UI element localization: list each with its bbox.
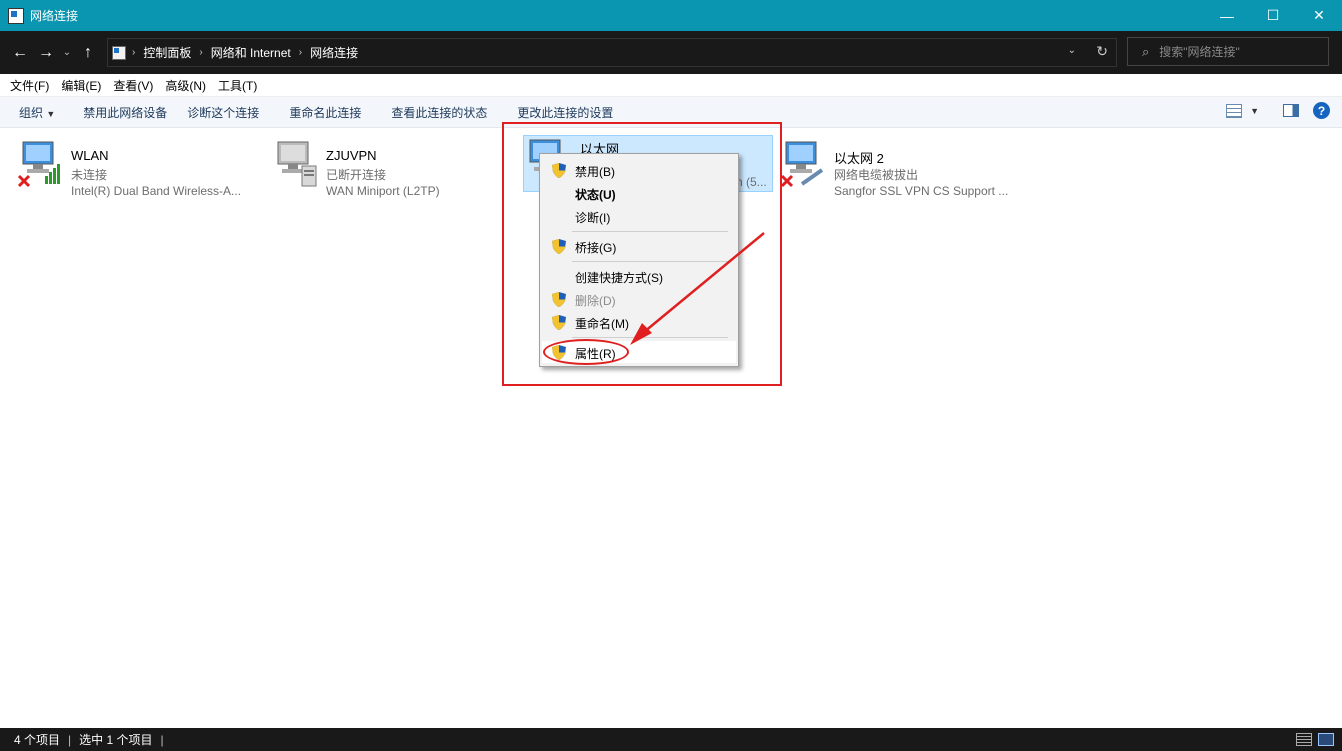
menu-item-label: 重命名(M) <box>575 317 629 331</box>
address-history-dropdown-icon[interactable]: ⌄ <box>1068 45 1076 56</box>
menu-separator <box>572 231 728 232</box>
command-bar: 组织 ▼ 禁用此网络设备 诊断这个连接 重命名此连接 查看此连接的状态 更改此连… <box>0 97 1342 128</box>
uac-shield-icon <box>552 239 566 254</box>
chevron-right-icon: › <box>132 47 136 58</box>
disable-device-button[interactable]: 禁用此网络设备 <box>83 104 167 121</box>
status-divider: | <box>160 732 164 747</box>
menu-separator <box>572 261 728 262</box>
minimize-button[interactable]: — <box>1204 0 1250 31</box>
ethernet-network-icon <box>780 141 824 188</box>
navigation-bar: ← → ⌄ ↑ › 控制面板 › 网络和 Internet › 网络连接 ⌄ ↻… <box>0 31 1342 74</box>
connection-device: Intel(R) Dual Band Wireless-A... <box>71 184 242 198</box>
breadcrumb-network-connections[interactable]: 网络连接 <box>310 44 358 61</box>
uac-shield-icon <box>552 315 566 330</box>
rename-connection-button[interactable]: 重命名此连接 <box>289 104 361 121</box>
selected-count: 选中 1 个项目 <box>79 733 153 747</box>
breadcrumb-network-internet[interactable]: 网络和 Internet <box>211 44 291 61</box>
chevron-right-icon: › <box>199 47 203 58</box>
connection-item-wlan[interactable]: WLAN 未连接 Intel(R) Dual Band Wireless-A..… <box>17 138 267 198</box>
forward-button[interactable]: → <box>33 44 59 62</box>
connection-name: 以太网 2 <box>834 151 884 166</box>
connection-device: n (5... <box>736 175 767 189</box>
details-view-icon[interactable] <box>1296 733 1312 746</box>
status-bar: 4 个项目 | 选中 1 个项目 | <box>0 728 1342 751</box>
menu-item-diagnose[interactable]: 诊断(I) <box>542 205 736 227</box>
preview-pane-icon[interactable] <box>1283 104 1299 117</box>
menu-bar: 文件(F) 编辑(E) 查看(V) 高级(N) 工具(T) <box>0 74 1342 97</box>
menu-advanced[interactable]: 高级(N) <box>165 77 206 94</box>
address-bar[interactable]: › 控制面板 › 网络和 Internet › 网络连接 ⌄ ↻ <box>107 38 1117 67</box>
context-menu: 禁用(B) 状态(U) 诊断(I) 桥接(G) 创建快捷方式(S) 删除(D) … <box>539 153 739 367</box>
status-view-controls <box>1296 733 1334 746</box>
back-button[interactable]: ← <box>7 44 33 62</box>
close-button[interactable]: ✕ <box>1296 0 1342 31</box>
search-placeholder: 搜索"网络连接" <box>1159 45 1240 59</box>
title-bar: 网络连接 — ☐ ✕ <box>0 0 1342 31</box>
menu-item-label: 诊断(I) <box>575 211 611 225</box>
menu-item-label: 桥接(G) <box>575 241 617 255</box>
menu-file[interactable]: 文件(F) <box>10 77 49 94</box>
menu-item-bridge[interactable]: 桥接(G) <box>542 235 736 257</box>
uac-shield-icon <box>552 292 566 307</box>
chevron-down-icon: ▼ <box>1250 105 1259 116</box>
uac-shield-icon <box>552 345 566 360</box>
search-input[interactable]: ⌕ 搜索"网络连接" <box>1127 37 1329 66</box>
menu-item-label: 属性(R) <box>575 347 616 361</box>
organize-label: 组织 <box>19 105 44 120</box>
menu-item-properties[interactable]: 属性(R) <box>542 341 736 363</box>
menu-item-rename[interactable]: 重命名(M) <box>542 311 736 333</box>
connection-device: WAN Miniport (L2TP) <box>326 184 440 198</box>
connection-status: 已断开连接 <box>326 168 387 182</box>
status-divider: | <box>68 732 72 747</box>
connection-status: 未连接 <box>71 168 108 182</box>
menu-separator <box>572 337 728 338</box>
up-button[interactable]: ↑ <box>75 44 101 62</box>
menu-item-delete: 删除(D) <box>542 288 736 310</box>
menu-item-create-shortcut[interactable]: 创建快捷方式(S) <box>542 265 736 287</box>
chevron-down-icon: ▼ <box>46 108 56 119</box>
connection-name: ZJUVPN <box>326 148 377 163</box>
change-settings-button[interactable]: 更改此连接的设置 <box>517 104 613 121</box>
menu-item-label: 状态(U) <box>575 188 616 202</box>
connection-name: WLAN <box>71 148 109 163</box>
wireless-network-icon <box>17 141 60 188</box>
menu-item-label: 删除(D) <box>575 294 616 308</box>
window-controls: — ☐ ✕ <box>1204 0 1342 31</box>
uac-shield-icon <box>552 163 566 178</box>
chevron-right-icon: › <box>298 47 303 58</box>
menu-item-label: 禁用(B) <box>575 165 615 179</box>
menu-tools[interactable]: 工具(T) <box>218 77 257 94</box>
control-panel-icon <box>112 45 126 60</box>
view-status-button[interactable]: 查看此连接的状态 <box>391 104 487 121</box>
organize-button[interactable]: 组织 ▼ <box>19 104 55 121</box>
refresh-icon[interactable]: ↻ <box>1096 43 1108 60</box>
change-view-button[interactable]: ▼ <box>1226 103 1259 118</box>
search-icon: ⌕ <box>1142 43 1150 59</box>
breadcrumb-control-panel[interactable]: 控制面板 <box>143 44 191 61</box>
vpn-network-icon <box>277 141 317 187</box>
window-title: 网络连接 <box>30 9 79 23</box>
view-controls: ▼ ? <box>1226 102 1330 119</box>
maximize-button[interactable]: ☐ <box>1250 0 1296 31</box>
menu-item-disable[interactable]: 禁用(B) <box>542 159 736 181</box>
menu-edit[interactable]: 编辑(E) <box>61 77 101 94</box>
item-count: 4 个项目 <box>14 733 61 747</box>
connection-item-ethernet-2[interactable]: 以太网 2 网络电缆被拔出 Sangfor SSL VPN CS Support… <box>780 138 1030 198</box>
connection-status: 网络电缆被拔出 <box>834 168 919 182</box>
menu-item-label: 创建快捷方式(S) <box>575 271 663 285</box>
menu-item-status[interactable]: 状态(U) <box>542 182 736 204</box>
menu-view[interactable]: 查看(V) <box>113 77 153 94</box>
tiles-view-icon[interactable] <box>1318 733 1334 746</box>
recent-locations-button[interactable]: ⌄ <box>59 47 75 58</box>
connection-item-zjuvpn[interactable]: ZJUVPN 已断开连接 WAN Miniport (L2TP) <box>272 138 522 198</box>
help-icon[interactable]: ? <box>1313 102 1330 119</box>
view-options-icon <box>1226 103 1243 118</box>
diagnose-connection-button[interactable]: 诊断这个连接 <box>187 104 259 121</box>
network-connections-app-icon <box>8 7 24 24</box>
connection-device: Sangfor SSL VPN CS Support ... <box>834 184 1009 198</box>
